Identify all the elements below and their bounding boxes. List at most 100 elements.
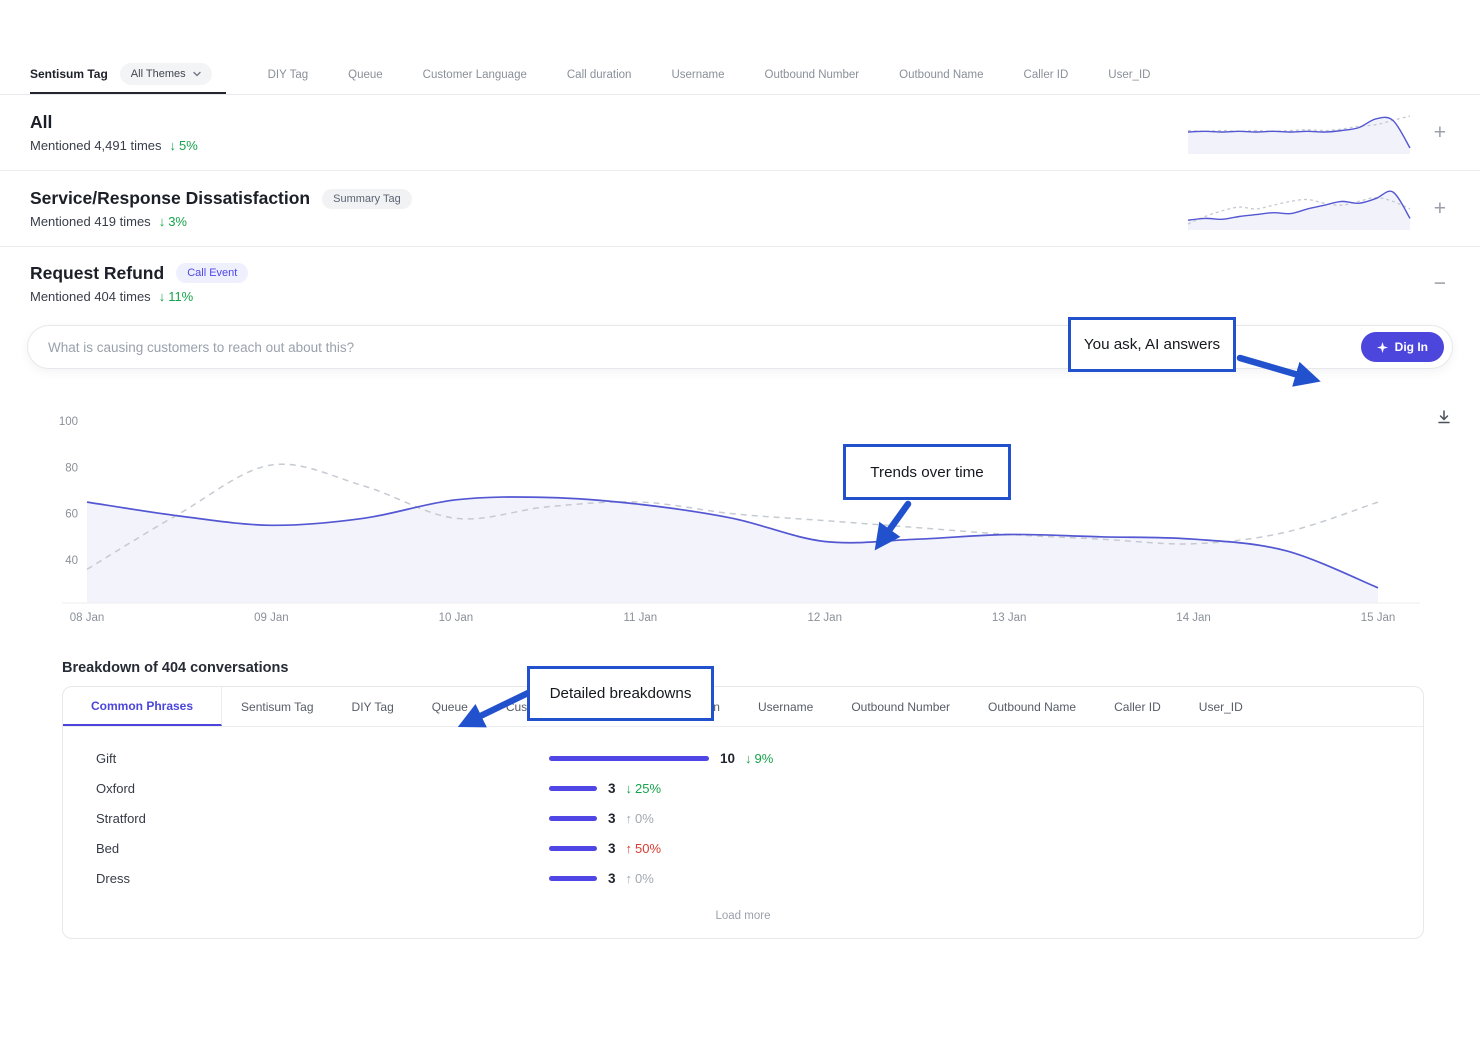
top-tab[interactable]: Call duration <box>567 69 632 81</box>
top-tab-list: DIY Tag Queue Customer Language Call dur… <box>268 55 1151 94</box>
annotation-ask-ai: You ask, AI answers <box>1068 317 1236 372</box>
trend-percent: 0% <box>635 871 654 886</box>
trends-chart: 10080604008 Jan09 Jan10 Jan11 Jan12 Jan1… <box>0 389 1480 634</box>
tab-common-phrases[interactable]: Common Phrases <box>63 687 222 726</box>
annotation-trends: Trends over time <box>843 444 1011 500</box>
phrase-label: Gift <box>96 751 549 766</box>
dig-in-label: Dig In <box>1395 340 1428 354</box>
load-more-button[interactable]: Load more <box>63 897 1423 938</box>
breakdown-tab[interactable]: DIY Tag <box>333 700 413 714</box>
call-event-badge: Call Event <box>176 263 248 283</box>
top-tab[interactable]: Outbound Number <box>765 69 860 81</box>
all-themes-dropdown[interactable]: All Themes <box>120 63 212 85</box>
theme-info: Request Refund Call Event Mentioned 404 … <box>30 263 248 304</box>
sparkline-chart <box>1184 186 1414 232</box>
breakdown-tab[interactable]: User_ID <box>1180 700 1262 714</box>
y-tick-label: 60 <box>65 509 78 521</box>
download-button[interactable] <box>1434 407 1454 430</box>
trend-indicator: ↓ 3% <box>159 214 187 229</box>
trend-down-icon: ↓ <box>159 214 166 229</box>
trend-indicator: ↓ 11% <box>159 289 194 304</box>
theme-title: Service/Response Dissatisfaction <box>30 188 310 209</box>
phrase-count: 3 <box>608 841 616 856</box>
phrase-count: 3 <box>608 811 616 826</box>
x-tick-label: 15 Jan <box>1361 612 1396 624</box>
top-tab[interactable]: Customer Language <box>423 69 527 81</box>
theme-info: Service/Response Dissatisfaction Summary… <box>30 188 412 229</box>
phrase-row[interactable]: Bed 3 ↑ 50% <box>63 833 1423 863</box>
phrase-count: 3 <box>608 871 616 886</box>
phrase-label: Stratford <box>96 811 549 826</box>
trend-percent: 9% <box>755 751 774 766</box>
phrase-bar <box>549 876 597 881</box>
breakdown-heading: Breakdown of 404 conversations <box>62 660 1480 676</box>
annotation-arrow-ask-ai <box>1232 348 1342 398</box>
top-tab[interactable]: Username <box>671 69 724 81</box>
x-tick-label: 10 Jan <box>439 612 474 624</box>
mention-stats: Mentioned 419 times ↓ 3% <box>30 214 412 229</box>
trend-arrow-icon: ↓ <box>626 781 633 796</box>
breakdown-tab[interactable]: Sentisum Tag <box>222 700 333 714</box>
x-tick-label: 08 Jan <box>70 612 105 624</box>
y-tick-label: 80 <box>65 462 78 474</box>
trend-arrow-icon: ↓ <box>745 751 752 766</box>
theme-row-service-dissatisfaction: Service/Response Dissatisfaction Summary… <box>0 171 1480 247</box>
phrase-row[interactable]: Gift 10 ↓ 9% <box>63 743 1423 773</box>
breakdown-tab[interactable]: Outbound Name <box>969 700 1095 714</box>
phrase-row[interactable]: Dress 3 ↑ 0% <box>63 863 1423 893</box>
top-tab-bar: Sentisum Tag All Themes DIY Tag Queue Cu… <box>0 55 1480 95</box>
phrase-bar <box>549 816 597 821</box>
theme-row-request-refund: Request Refund Call Event Mentioned 404 … <box>0 247 1480 319</box>
breakdown-tab[interactable]: Outbound Number <box>832 700 969 714</box>
phrase-table: Gift 10 ↓ 9% Oxford 3 ↓ 25% <box>63 727 1423 897</box>
tab-sentisum-tag[interactable]: Sentisum Tag <box>30 67 108 81</box>
top-tab[interactable]: Caller ID <box>1024 69 1069 81</box>
sparkle-icon <box>1377 342 1388 353</box>
top-tab[interactable]: Outbound Name <box>899 69 983 81</box>
expand-button[interactable]: + <box>1430 120 1450 145</box>
breakdown-tab[interactable]: Username <box>739 700 832 714</box>
x-tick-label: 14 Jan <box>1176 612 1211 624</box>
phrase-trend: ↑ 0% <box>626 811 654 826</box>
phrase-label: Oxford <box>96 781 549 796</box>
x-tick-label: 09 Jan <box>254 612 289 624</box>
phrase-label: Dress <box>96 871 549 886</box>
top-tab[interactable]: Queue <box>348 69 383 81</box>
all-themes-label: All Themes <box>131 68 186 80</box>
breakdown-tab[interactable]: Caller ID <box>1095 700 1180 714</box>
mention-stats: Mentioned 404 times ↓ 11% <box>30 289 248 304</box>
phrase-count: 10 <box>720 751 735 766</box>
phrase-trend: ↓ 25% <box>626 781 662 796</box>
trend-percent: 5% <box>179 138 198 153</box>
phrase-trend: ↑ 50% <box>626 841 662 856</box>
mention-count: Mentioned 419 times <box>30 214 151 229</box>
trend-down-icon: ↓ <box>159 289 166 304</box>
top-tab[interactable]: DIY Tag <box>268 69 309 81</box>
phrase-count: 3 <box>608 781 616 796</box>
dig-in-button[interactable]: Dig In <box>1361 332 1444 362</box>
x-tick-label: 12 Jan <box>807 612 842 624</box>
trend-indicator: ↓ 5% <box>170 138 198 153</box>
phrase-bar <box>549 756 709 761</box>
phrase-trend: ↓ 9% <box>745 751 773 766</box>
phrase-row[interactable]: Oxford 3 ↓ 25% <box>63 773 1423 803</box>
y-tick-label: 40 <box>65 555 78 567</box>
breakdown-tab-bar: Common Phrases Sentisum Tag DIY Tag Queu… <box>63 687 1423 727</box>
trend-arrow-icon: ↑ <box>626 841 633 856</box>
trend-arrow-icon: ↑ <box>626 811 633 826</box>
expand-button[interactable]: + <box>1430 196 1450 221</box>
phrase-bar <box>549 786 597 791</box>
phrase-row[interactable]: Stratford 3 ↑ 0% <box>63 803 1423 833</box>
collapse-button[interactable]: − <box>1430 271 1450 296</box>
trend-percent: 11% <box>168 289 193 304</box>
top-tab[interactable]: User_ID <box>1108 69 1150 81</box>
sparkline-chart <box>1184 110 1414 156</box>
sparkline-area <box>1188 117 1410 154</box>
theme-title: All <box>30 112 52 133</box>
summary-tag-badge: Summary Tag <box>322 189 412 209</box>
breakdown-card: Common Phrases Sentisum Tag DIY Tag Queu… <box>62 686 1424 939</box>
phrase-label: Bed <box>96 841 549 856</box>
chevron-down-icon <box>193 71 201 77</box>
theme-info: All Mentioned 4,491 times ↓ 5% <box>30 112 198 153</box>
download-icon <box>1436 409 1452 425</box>
